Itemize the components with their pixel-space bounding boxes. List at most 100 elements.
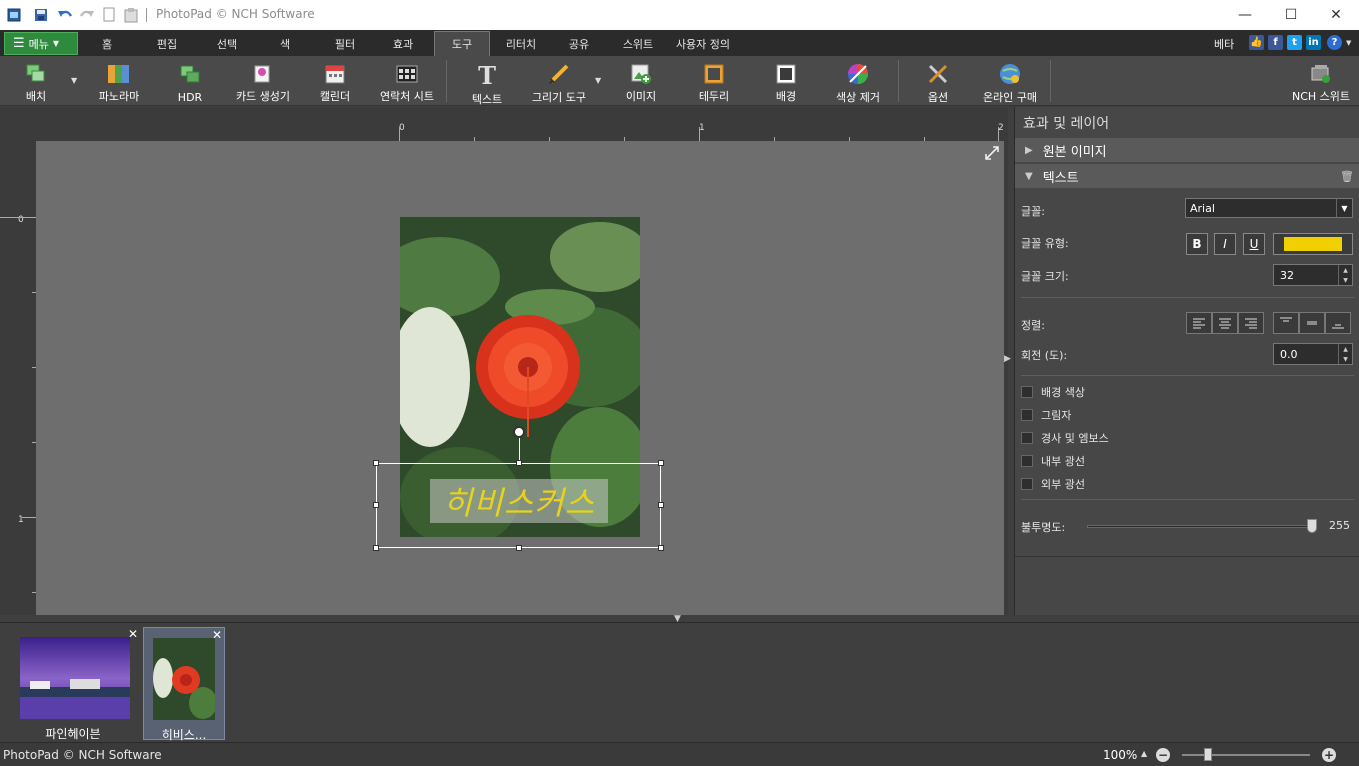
zoom-slider[interactable] xyxy=(1182,754,1310,756)
rotate-handle-icon[interactable] xyxy=(513,426,525,438)
zoom-out-icon[interactable]: − xyxy=(1156,748,1170,762)
layer-text[interactable]: ▼ 텍스트 🗑 xyxy=(1015,164,1359,188)
contact-sheet-button[interactable]: 연락처 시트 xyxy=(376,58,438,104)
inner-glow-checkbox[interactable]: 내부 광선 xyxy=(1021,453,1085,469)
tab-color[interactable]: 색 xyxy=(262,31,308,56)
tab-retouch[interactable]: 리터치 xyxy=(496,31,546,56)
redo-icon[interactable] xyxy=(78,6,96,24)
bold-button[interactable]: B xyxy=(1186,233,1208,255)
zoom-in-icon[interactable]: + xyxy=(1322,748,1336,762)
close-thumbnail-icon[interactable]: ✕ xyxy=(128,627,138,641)
rotation-spinner[interactable]: 0.0 ▲ ▼ xyxy=(1273,343,1353,365)
spinner-arrows-icon[interactable]: ▲ ▼ xyxy=(1338,344,1352,364)
panel-collapse-icon[interactable]: ▶ xyxy=(1004,354,1011,364)
paste-icon[interactable] xyxy=(122,6,140,24)
outer-glow-checkbox[interactable]: 외부 광선 xyxy=(1021,476,1085,492)
resize-handle[interactable] xyxy=(658,460,664,466)
opacity-slider[interactable] xyxy=(1087,525,1317,528)
spinner-arrows-icon[interactable]: ▲ ▼ xyxy=(1338,265,1352,285)
main-menu-button[interactable]: ☰ 메뉴 ▼ xyxy=(4,32,78,55)
thumbs-up-icon[interactable]: 👍 xyxy=(1249,35,1264,50)
twitter-icon[interactable]: t xyxy=(1287,35,1302,50)
resize-handle[interactable] xyxy=(658,545,664,551)
fullscreen-icon[interactable] xyxy=(984,145,1000,161)
text-button[interactable]: T 텍스트 xyxy=(466,58,508,107)
font-value: Arial xyxy=(1190,201,1215,215)
valign-bottom-icon xyxy=(1332,324,1344,329)
selection-box[interactable] xyxy=(373,426,664,551)
ruler-tick xyxy=(0,217,36,218)
help-dropdown-icon[interactable]: ▼ xyxy=(1346,39,1351,47)
resize-handle[interactable] xyxy=(373,545,379,551)
buy-online-button[interactable]: 온라인 구매 xyxy=(980,58,1040,104)
tab-home[interactable]: 홈 xyxy=(84,31,130,56)
opacity-slider-thumb[interactable] xyxy=(1307,519,1317,533)
font-select[interactable]: Arial ▼ xyxy=(1185,198,1353,218)
card-maker-label: 카드 생성기 xyxy=(235,90,291,103)
hdr-button[interactable]: HDR xyxy=(170,58,210,104)
layer-original-image[interactable]: ▶ 원본 이미지 xyxy=(1015,138,1359,162)
batch-button[interactable]: 배치 xyxy=(16,58,56,104)
panorama-button[interactable]: 파노라마 xyxy=(94,58,144,104)
linkedin-icon[interactable]: in xyxy=(1306,35,1321,50)
trash-icon[interactable]: 🗑 xyxy=(1340,170,1354,183)
tab-select[interactable]: 선택 xyxy=(202,31,252,56)
ruler-tick xyxy=(399,127,400,141)
close-button[interactable]: ✕ xyxy=(1313,0,1359,30)
zoom-dropdown-icon[interactable]: ▲ xyxy=(1141,749,1147,758)
card-maker-button[interactable]: 카드 생성기 xyxy=(232,58,294,104)
underline-button[interactable]: U xyxy=(1243,233,1265,255)
close-thumbnail-icon[interactable]: ✕ xyxy=(212,628,222,642)
text-color-picker[interactable] xyxy=(1273,233,1353,255)
options-button[interactable]: 옵션 xyxy=(918,58,958,104)
nch-suite-button[interactable]: NCH 스위트 xyxy=(1290,58,1352,104)
draw-tool-button[interactable]: 그리기 도구 xyxy=(526,58,592,104)
align-center-button[interactable] xyxy=(1212,312,1238,334)
resize-handle[interactable] xyxy=(516,545,522,551)
tab-effects[interactable]: 효과 xyxy=(378,31,428,56)
save-icon[interactable] xyxy=(32,6,50,24)
color-remove-button[interactable]: 색상 제거 xyxy=(830,58,886,104)
font-size-spinner[interactable]: 32 ▲ ▼ xyxy=(1273,264,1353,286)
valign-middle-button[interactable] xyxy=(1299,312,1325,334)
tab-suite[interactable]: 스위트 xyxy=(612,31,664,56)
valign-top-button[interactable] xyxy=(1273,312,1299,334)
bevel-emboss-checkbox[interactable]: 경사 및 엠보스 xyxy=(1021,430,1109,446)
zoom-level[interactable]: 100% xyxy=(1103,748,1137,762)
image-workspace[interactable]: 히비스커스 xyxy=(36,141,1004,615)
copy-icon[interactable] xyxy=(100,6,118,24)
resize-handle[interactable] xyxy=(373,502,379,508)
thumbnail-pinehaven[interactable]: ✕ 파인헤이븐 xyxy=(18,627,138,741)
resize-handle[interactable] xyxy=(373,460,379,466)
italic-button[interactable]: I xyxy=(1214,233,1236,255)
thumbnail-hibiscus[interactable]: ✕ 히비스... xyxy=(143,627,225,742)
batch-dropdown-icon[interactable]: ▼ xyxy=(71,76,77,85)
align-left-button[interactable] xyxy=(1186,312,1212,334)
tab-edit[interactable]: 편집 xyxy=(142,31,192,56)
background-color-checkbox[interactable]: 배경 색상 xyxy=(1021,384,1085,400)
resize-handle[interactable] xyxy=(516,460,522,466)
image-button[interactable]: 이미지 xyxy=(620,58,662,104)
valign-bottom-button[interactable] xyxy=(1325,312,1351,334)
toolbar-separator xyxy=(898,60,899,102)
background-button[interactable]: 배경 xyxy=(764,58,808,104)
align-right-button[interactable] xyxy=(1238,312,1264,334)
border-button[interactable]: 테두리 xyxy=(692,58,736,104)
undo-icon[interactable] xyxy=(56,6,74,24)
help-icon[interactable]: ? xyxy=(1327,35,1342,50)
tab-customize[interactable]: 사용자 정의 xyxy=(670,31,736,56)
tab-share[interactable]: 공유 xyxy=(556,31,602,56)
resize-handle[interactable] xyxy=(658,502,664,508)
beta-label[interactable]: 베타 xyxy=(1214,36,1234,52)
contact-sheet-label: 연락처 시트 xyxy=(379,90,435,103)
calendar-button[interactable]: 캘린더 xyxy=(312,58,358,104)
tab-filter[interactable]: 필터 xyxy=(320,31,370,56)
draw-tool-dropdown-icon[interactable]: ▼ xyxy=(595,76,601,85)
minimize-button[interactable]: — xyxy=(1222,0,1268,30)
zoom-slider-thumb[interactable] xyxy=(1204,748,1212,761)
tab-tools[interactable]: 도구 xyxy=(434,31,490,56)
shadow-checkbox[interactable]: 그림자 xyxy=(1021,407,1071,423)
facebook-icon[interactable]: f xyxy=(1268,35,1283,50)
maximize-button[interactable]: ☐ xyxy=(1268,0,1314,30)
checkbox-box xyxy=(1021,455,1033,467)
